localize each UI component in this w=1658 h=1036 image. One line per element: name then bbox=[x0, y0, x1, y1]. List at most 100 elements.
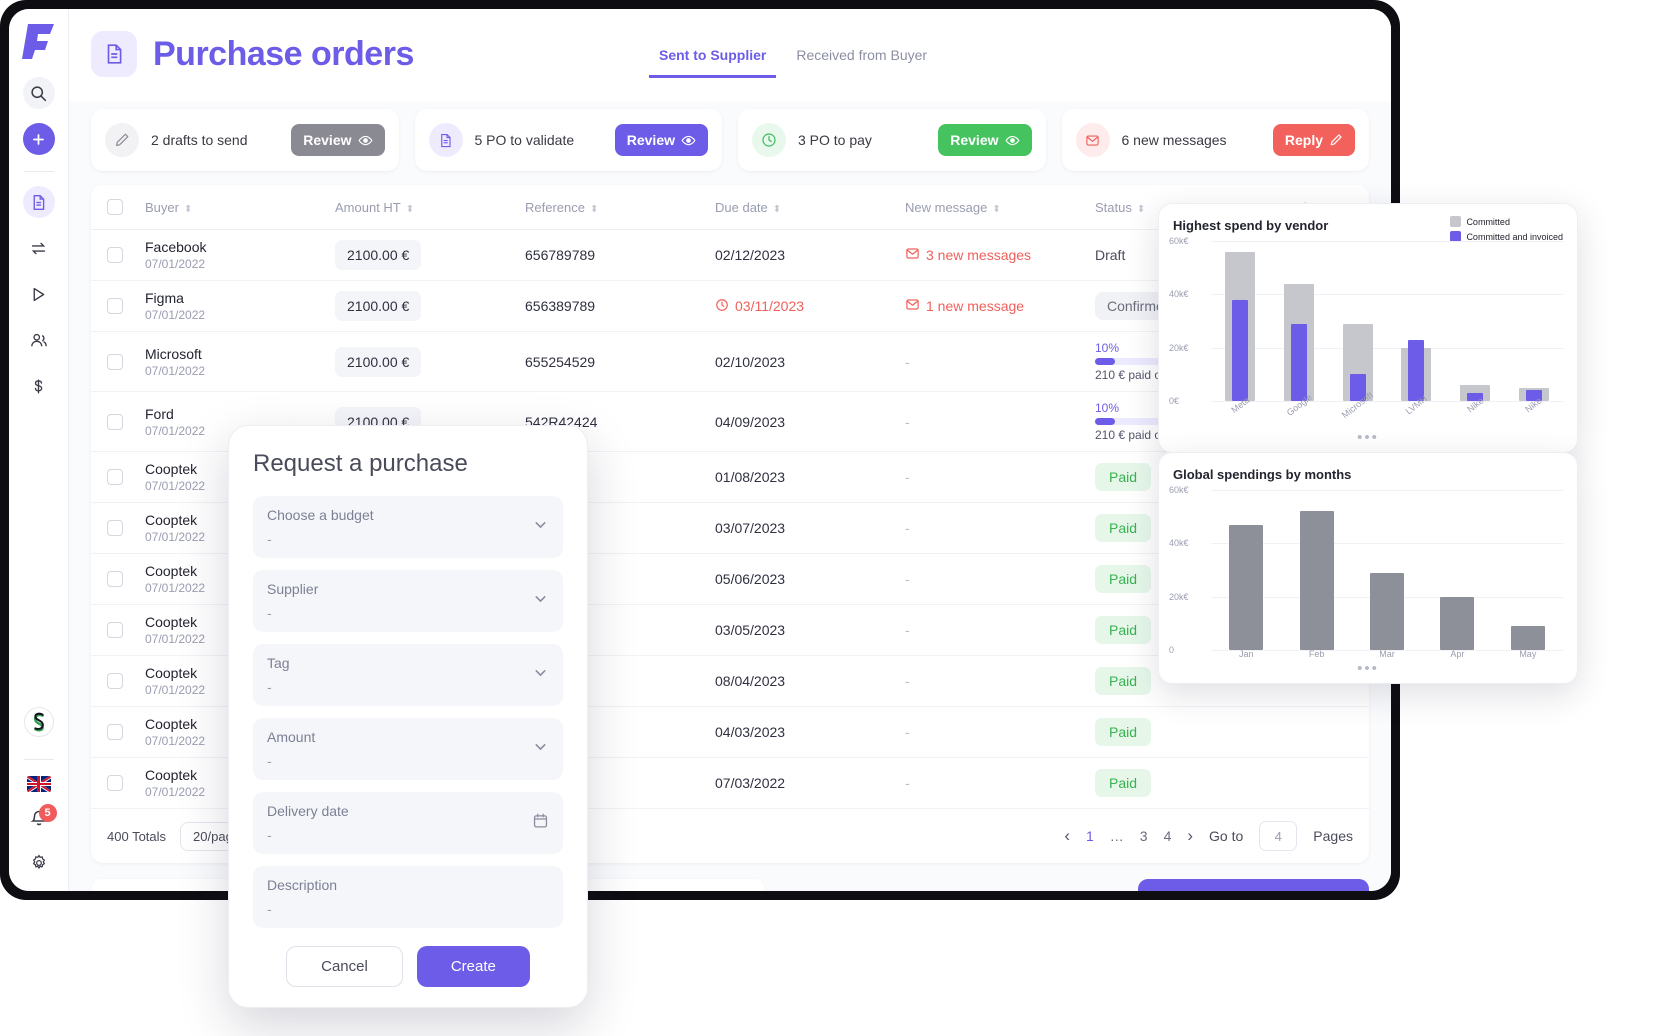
sort-icon[interactable]: ⬍ bbox=[590, 204, 598, 215]
tab-received-from-buyer[interactable]: Received from Buyer bbox=[786, 43, 937, 78]
bar-group bbox=[1328, 241, 1387, 401]
amount-value: 2100.00 € bbox=[335, 346, 422, 377]
review-drafts-button[interactable]: Review bbox=[291, 124, 385, 156]
review-validate-button[interactable]: Review bbox=[614, 124, 708, 156]
sort-icon[interactable]: ⬍ bbox=[184, 204, 192, 215]
row-checkbox[interactable] bbox=[107, 775, 123, 791]
bar-group bbox=[1493, 490, 1563, 650]
new-message-link[interactable]: 3 new messages bbox=[905, 246, 1031, 264]
totals-label: 400 Totals bbox=[107, 828, 167, 844]
row-select-cell bbox=[91, 331, 137, 392]
summary-card-messages[interactable]: 6 new messages Reply bbox=[1061, 109, 1369, 171]
users-icon[interactable] bbox=[23, 324, 55, 356]
row-select-cell bbox=[91, 706, 137, 758]
due-date-cell: 03/05/2023 bbox=[707, 604, 897, 656]
column-label: Due date bbox=[715, 199, 768, 215]
sort-icon[interactable]: ⬍ bbox=[1137, 204, 1145, 215]
modal-field-amount[interactable]: Amount - bbox=[253, 718, 563, 780]
due-date-cell: 03/07/2023 bbox=[707, 502, 897, 554]
workspace-avatar[interactable] bbox=[23, 707, 54, 737]
new-message-cell: - bbox=[897, 655, 1087, 707]
page-button-4[interactable]: 4 bbox=[1164, 828, 1172, 844]
modal-field-description[interactable]: Description - bbox=[253, 866, 563, 928]
next-page-button[interactable]: › bbox=[1187, 826, 1193, 846]
bar bbox=[1510, 626, 1545, 650]
new-message-empty: - bbox=[905, 673, 910, 689]
sort-icon[interactable]: ⬍ bbox=[773, 204, 781, 215]
reply-messages-button[interactable]: Reply bbox=[1272, 124, 1355, 156]
due-date: 03/07/2023 bbox=[715, 520, 786, 536]
x-axis-tick: Jan bbox=[1238, 649, 1254, 659]
summary-card-pay[interactable]: 3 PO to pay Review bbox=[738, 109, 1046, 171]
row-checkbox[interactable] bbox=[107, 673, 123, 689]
ellipsis-icon[interactable]: ••• bbox=[1159, 660, 1577, 677]
modal-fields: Choose a budget - Supplier - Tag - Amount - Deli… bbox=[253, 496, 563, 928]
prev-page-button[interactable]: ‹ bbox=[1064, 826, 1070, 846]
chevron-down-icon bbox=[532, 738, 549, 760]
column-header-due-date[interactable]: Due date ⬍ bbox=[707, 185, 897, 230]
new-message-link[interactable]: 1 new message bbox=[905, 297, 1024, 315]
notifications-button[interactable]: 5 bbox=[29, 804, 57, 833]
page-header: Purchase orders Sent to Supplier Receive… bbox=[69, 9, 1391, 101]
row-checkbox[interactable] bbox=[107, 571, 123, 587]
eye-icon bbox=[357, 135, 373, 145]
dollar-icon[interactable] bbox=[23, 370, 55, 402]
transfer-icon[interactable] bbox=[23, 232, 55, 264]
row-checkbox[interactable] bbox=[107, 247, 123, 263]
column-header-reference[interactable]: Reference ⬍ bbox=[517, 185, 707, 230]
sort-icon[interactable]: ⬍ bbox=[992, 204, 1000, 215]
goto-label: Go to bbox=[1209, 828, 1244, 844]
search-icon[interactable] bbox=[22, 77, 55, 109]
cancel-button[interactable]: Cancel bbox=[286, 946, 403, 987]
row-checkbox[interactable] bbox=[107, 413, 123, 430]
summary-card-validate[interactable]: 5 PO to validate Review bbox=[414, 109, 722, 171]
bar-group bbox=[1270, 241, 1329, 401]
column-header-buyer[interactable]: Buyer ⬍ bbox=[137, 185, 327, 230]
play-icon[interactable] bbox=[23, 278, 55, 310]
modal-field-tag[interactable]: Tag - bbox=[253, 644, 563, 706]
sort-icon[interactable]: ⬍ bbox=[406, 204, 414, 215]
goto-page-input[interactable]: 4 bbox=[1259, 821, 1298, 851]
status-cell: Paid bbox=[1087, 706, 1277, 758]
field-label: Description bbox=[267, 877, 338, 893]
action-cell[interactable] bbox=[1277, 757, 1369, 809]
column-header-amount[interactable]: Amount HT ⬍ bbox=[327, 185, 517, 230]
action-cell[interactable] bbox=[1277, 706, 1369, 758]
modal-field-delivery-date[interactable]: Delivery date - bbox=[253, 792, 563, 854]
ellipsis-icon[interactable]: ••• bbox=[1159, 429, 1577, 446]
modal-field-supplier[interactable]: Supplier - bbox=[253, 570, 563, 632]
new-message-empty: - bbox=[905, 724, 910, 740]
bar bbox=[1229, 524, 1264, 650]
modal-field-choose-a-budget[interactable]: Choose a budget - bbox=[253, 496, 563, 558]
legend-item-committed: Committed bbox=[1450, 216, 1563, 227]
page-button-1[interactable]: 1 bbox=[1086, 828, 1094, 844]
page-button-3[interactable]: 3 bbox=[1140, 828, 1148, 844]
new-message-cell: - bbox=[897, 391, 1087, 452]
row-checkbox[interactable] bbox=[107, 353, 123, 370]
create-button[interactable]: Create bbox=[416, 946, 530, 987]
review-pay-button[interactable]: Review bbox=[938, 124, 1032, 156]
column-header-new-message[interactable]: New message ⬍ bbox=[897, 185, 1087, 230]
bar-group bbox=[1422, 490, 1492, 650]
status-badge: Draft bbox=[1095, 247, 1126, 263]
row-checkbox[interactable] bbox=[107, 520, 123, 536]
summary-card-drafts[interactable]: 2 drafts to send Review bbox=[91, 109, 399, 171]
row-checkbox[interactable] bbox=[107, 298, 123, 314]
gear-icon[interactable] bbox=[23, 847, 55, 879]
row-checkbox[interactable] bbox=[107, 724, 123, 740]
calendar-icon[interactable] bbox=[532, 812, 549, 834]
plus-icon[interactable] bbox=[22, 123, 55, 155]
language-flag-icon[interactable] bbox=[26, 776, 51, 792]
tab-sent-to-supplier[interactable]: Sent to Supplier bbox=[649, 43, 777, 78]
send-purchase-order-button[interactable]: Send a purchase order bbox=[1138, 879, 1369, 891]
select-all-checkbox[interactable] bbox=[107, 199, 123, 215]
due-date-cell: 05/06/2023 bbox=[707, 553, 897, 605]
row-select-cell bbox=[91, 229, 137, 281]
sidebar-item-purchase-orders[interactable] bbox=[22, 186, 55, 218]
row-checkbox[interactable] bbox=[107, 469, 123, 485]
row-checkbox[interactable] bbox=[107, 622, 123, 638]
chart-x-axis: Meta Google Microsoft LVMH Nike Nike bbox=[1211, 390, 1563, 420]
new-message-cell: - bbox=[897, 604, 1087, 656]
buyer-name: Ford bbox=[145, 405, 174, 422]
review-button-label: Review bbox=[950, 132, 999, 148]
